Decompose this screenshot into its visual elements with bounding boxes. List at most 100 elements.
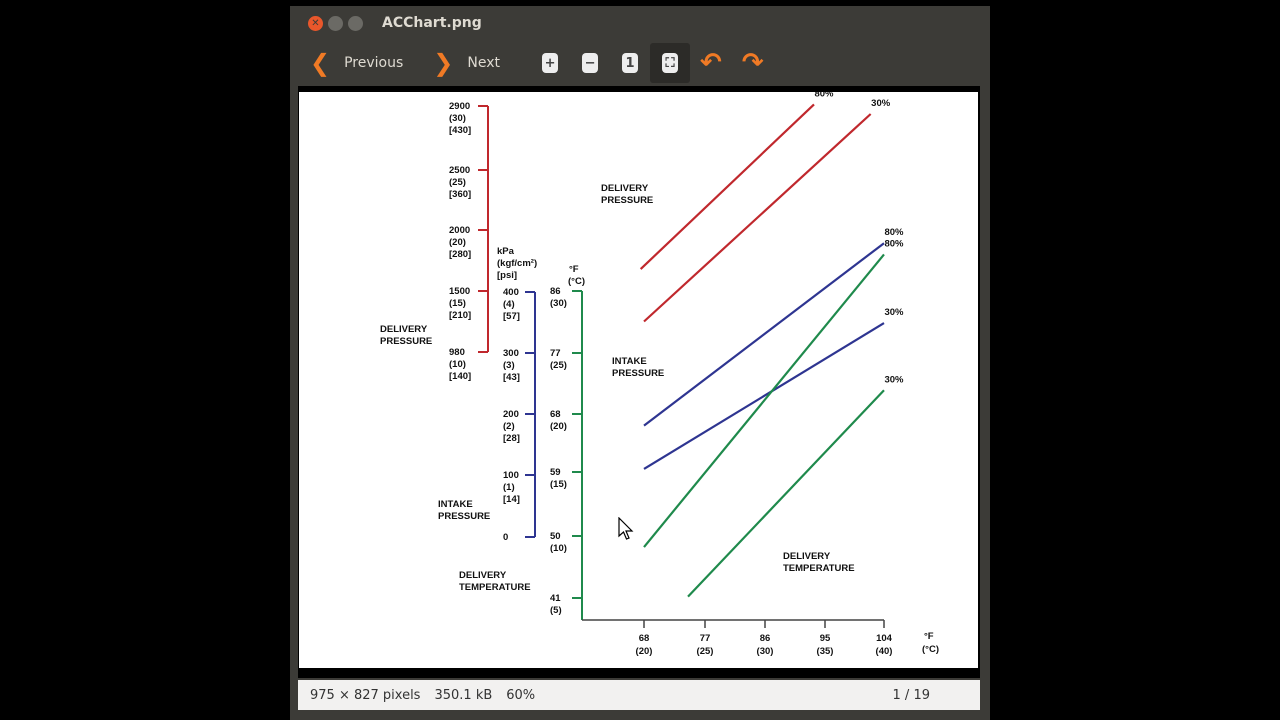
axis-unit: kPa	[497, 246, 515, 257]
image-viewport[interactable]: 2900 (30) [430] 2500 (25) [360] 2000 (20) [280] 1…	[298, 86, 980, 678]
axis-unit: [psi]	[497, 270, 517, 281]
tick-label: (3)	[503, 360, 515, 371]
image-dimensions: 975 × 827 pixels	[310, 687, 421, 703]
tick-label: 2900	[449, 101, 470, 112]
tick-label: (10)	[449, 359, 466, 370]
series-label: 80%	[814, 92, 834, 99]
tick-label: [140]	[449, 371, 471, 382]
tick-label: [210]	[449, 310, 471, 321]
tick-label: (2)	[503, 421, 515, 432]
best-fit-button[interactable]: ⛶	[650, 43, 691, 83]
tick-label: 86	[550, 286, 561, 297]
page-counter: 1 / 19	[892, 687, 930, 703]
axis-unit: °F	[569, 264, 579, 275]
group-label: DELIVERY	[783, 551, 831, 562]
minimize-button[interactable]	[328, 15, 343, 31]
series-line	[643, 113, 872, 323]
tick-label: 1500	[449, 286, 470, 297]
tick-label: 77	[550, 348, 561, 359]
series-label: 30%	[884, 307, 904, 318]
group-label: DELIVERY	[601, 183, 649, 194]
x-tick-label: 95	[820, 633, 831, 644]
next-button[interactable]: ❯ Next	[433, 49, 500, 77]
tick-label: (15)	[550, 479, 567, 490]
axis-unit: (°C)	[568, 276, 585, 287]
tick-label: 400	[503, 287, 519, 298]
tick-label: 50	[550, 531, 561, 542]
tick-label: (20)	[449, 237, 466, 248]
rotate-right-button[interactable]: ↷	[742, 48, 764, 78]
series-label: 30%	[871, 98, 891, 109]
tick-label: (5)	[550, 605, 562, 616]
tick-label: (10)	[550, 543, 567, 554]
tick-label: [14]	[503, 494, 520, 505]
group-label: INTAKE	[612, 356, 647, 367]
tick-label: [57]	[503, 311, 520, 322]
tick-label: 980	[449, 347, 465, 358]
x-tick-label: 86	[760, 633, 771, 644]
axis-title: INTAKE	[438, 499, 473, 510]
series-line	[643, 242, 885, 427]
rotate-left-button[interactable]: ↶	[700, 48, 722, 78]
group-label: PRESSURE	[601, 195, 653, 206]
next-label: Next	[467, 55, 501, 71]
axis-title: DELIVERY	[459, 570, 507, 581]
tick-label: [360]	[449, 189, 471, 200]
x-tick-label: (40)	[876, 646, 893, 657]
normal-size-button[interactable]: 1	[610, 43, 650, 83]
series-line	[643, 322, 885, 470]
tick-label: [280]	[449, 249, 471, 260]
zoom-out-icon: −	[582, 53, 599, 73]
tick-label: (4)	[503, 299, 515, 310]
tick-label: 41	[550, 593, 561, 604]
zoom-in-button[interactable]: +	[530, 43, 570, 83]
x-tick-label: 77	[700, 633, 711, 644]
tick-label: 59	[550, 467, 561, 478]
x-unit: °F	[924, 631, 934, 642]
x-tick-label: (30)	[757, 646, 774, 657]
file-size: 350.1 kB	[434, 687, 493, 703]
tick-label: 100	[503, 470, 519, 481]
axis-title: PRESSURE	[380, 336, 432, 347]
zoom-level: 60%	[506, 687, 536, 703]
axis-title: PRESSURE	[438, 511, 490, 522]
best-fit-icon: ⛶	[662, 53, 679, 73]
tick-label: (20)	[550, 421, 567, 432]
tick-label: (1)	[503, 482, 515, 493]
zoom-out-button[interactable]: −	[570, 43, 610, 83]
toolbar: ❮ Previous ❯ Next + − 1 ⛶ ↶ ↷	[290, 40, 990, 86]
previous-button[interactable]: ❮ Previous	[310, 49, 403, 77]
normal-size-icon: 1	[622, 53, 639, 73]
close-button[interactable]: ✕	[308, 15, 323, 31]
previous-label: Previous	[344, 55, 404, 71]
tick-label: 68	[550, 409, 561, 420]
axis-title: TEMPERATURE	[459, 582, 531, 593]
title-bar: ✕ ACChart.png	[290, 6, 990, 40]
series-label: 80%	[884, 238, 904, 249]
tick-label: [28]	[503, 433, 520, 444]
x-tick-label: 104	[876, 633, 893, 644]
series-line	[643, 253, 885, 548]
group-label: PRESSURE	[612, 368, 664, 379]
chart-image: 2900 (30) [430] 2500 (25) [360] 2000 (20) [280] 1…	[299, 92, 978, 668]
maximize-button[interactable]	[348, 15, 363, 31]
x-tick-label: (35)	[817, 646, 834, 657]
x-unit: (°C)	[922, 644, 939, 655]
x-tick-label: (25)	[697, 646, 714, 657]
tick-label: (30)	[449, 113, 466, 124]
tick-label: 0	[503, 532, 508, 543]
x-tick-label: 68	[639, 633, 650, 644]
tick-label: (25)	[449, 177, 466, 188]
zoom-in-icon: +	[542, 53, 559, 73]
x-tick-label: (20)	[636, 646, 653, 657]
tick-label: 200	[503, 409, 519, 420]
tick-label: 300	[503, 348, 519, 359]
tick-label: [43]	[503, 372, 520, 383]
axis-title: DELIVERY	[380, 324, 428, 335]
window-title: ACChart.png	[382, 15, 482, 31]
tick-label: (15)	[449, 298, 466, 309]
mouse-cursor-icon	[618, 517, 634, 540]
chevron-left-icon: ❮	[310, 49, 331, 77]
status-bar: 975 × 827 pixels 350.1 kB 60% 1 / 19	[298, 680, 980, 710]
chevron-right-icon: ❯	[433, 49, 454, 77]
